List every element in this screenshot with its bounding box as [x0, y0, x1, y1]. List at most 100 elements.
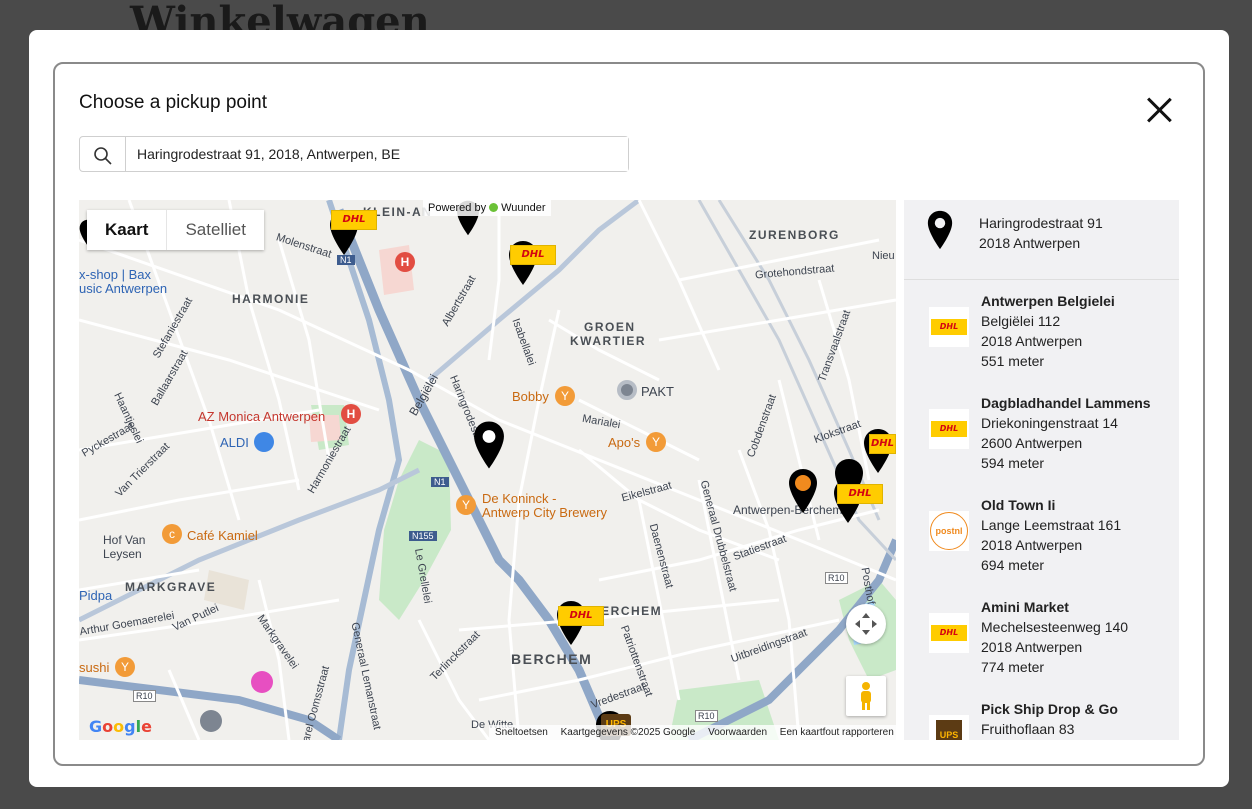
hospital-icon[interactable]: H: [395, 252, 415, 272]
postnl-logo-icon: postnl: [929, 511, 969, 551]
poi-label: usic Antwerpen: [79, 281, 168, 296]
wuunder-logo-icon: [489, 203, 499, 212]
road-shield: N155: [409, 531, 437, 541]
district-label: HARMONIE: [232, 292, 310, 306]
map[interactable]: KLEIN-AN ZURENBORG HARMONIE GROEN KWARTI…: [79, 200, 896, 740]
hospital-icon[interactable]: H: [341, 404, 361, 424]
restaurant-icon[interactable]: Y: [115, 657, 135, 677]
google-logo: Google: [89, 717, 152, 736]
cafe-icon[interactable]: c: [162, 524, 182, 544]
poi-label: Leysen: [103, 547, 142, 561]
map-footer: Sneltoetsen Kaartgegevens ©2025 Google V…: [489, 725, 896, 740]
poi-label: Pidpa: [79, 588, 113, 603]
location-street: Fruithoflaan 83: [981, 721, 1075, 737]
road-shield: N1: [337, 255, 355, 265]
pickup-location-item[interactable]: DHL Antwerpen Belgielei Belgiëlei 112 20…: [904, 280, 1179, 382]
street-view-button[interactable]: [846, 676, 886, 716]
location-name: Old Town Ii: [981, 497, 1056, 513]
district-label: Nieu: [872, 250, 895, 262]
dhl-badge: DHL: [869, 434, 896, 454]
school-icon[interactable]: [200, 710, 222, 732]
hotel-icon[interactable]: [251, 671, 273, 693]
dhl-badge: DHL: [558, 606, 604, 626]
pickup-list-panel: Haringrodestraat 91 2018 Antwerpen DHL A…: [904, 200, 1179, 740]
dhl-logo-icon: DHL: [929, 613, 969, 653]
origin-address: Haringrodestraat 91 2018 Antwerpen: [904, 200, 1179, 280]
pickup-location-item[interactable]: postnl Old Town Ii Lange Leemstraat 161 …: [904, 484, 1179, 586]
location-name: Pick Ship Drop & Go: [981, 701, 1118, 717]
district-label: MARKGRAVE: [125, 580, 217, 594]
road-shield: R10: [133, 690, 156, 702]
location-pin-icon: [927, 210, 953, 250]
poi-label: Bobby: [512, 389, 549, 404]
location-street: Driekoningenstraat 14: [981, 415, 1118, 431]
poi-label: PAKT: [641, 384, 674, 399]
origin-city: 2018 Antwerpen: [979, 235, 1081, 251]
wuunder-brand: Wuunder: [501, 202, 546, 214]
location-street: Belgiëlei 112: [981, 313, 1061, 329]
map-canvas[interactable]: [79, 200, 896, 740]
poi-label: AZ Monica Antwerpen: [198, 409, 326, 424]
poi-label: Café Kamiel: [187, 528, 258, 543]
close-button[interactable]: [1145, 96, 1173, 124]
location-distance: 774 meter: [981, 659, 1045, 675]
origin-pin-icon[interactable]: [473, 420, 505, 470]
restaurant-icon[interactable]: Y: [646, 432, 666, 452]
dhl-logo-icon: DHL: [929, 409, 969, 449]
pickup-location-item[interactable]: UPS Pick Ship Drop & Go Fruithoflaan 83: [904, 688, 1179, 740]
ups-logo-icon: UPS: [929, 715, 969, 740]
dialog-title: Choose a pickup point: [79, 92, 268, 113]
location-city: 2018 Antwerpen: [981, 333, 1083, 349]
poi-label: Antwerp City Brewery: [482, 505, 607, 520]
location-city: 2018 Antwerpen: [981, 537, 1083, 553]
search-icon[interactable]: [80, 137, 126, 171]
map-type-satelliet[interactable]: Satelliet: [166, 210, 263, 250]
report-error-link[interactable]: Een kaartfout rapporteren: [780, 727, 894, 738]
bar-icon[interactable]: Y: [555, 386, 575, 406]
camera-control-button[interactable]: [846, 604, 886, 644]
dhl-logo-icon: DHL: [929, 307, 969, 347]
dhl-logo-text: DHL: [931, 421, 967, 437]
address-search: [79, 136, 629, 172]
move-arrows-icon: [855, 613, 877, 635]
map-data-label: Kaartgegevens ©2025 Google: [560, 727, 696, 738]
map-type-control: Kaart Satelliet: [87, 210, 264, 250]
poi-label: Hof Van: [103, 533, 146, 547]
ups-logo-text: UPS: [936, 720, 962, 740]
pickup-location-item[interactable]: DHL Dagbladhandel Lammens Driekoningenst…: [904, 382, 1179, 484]
location-street: Lange Leemstraat 161: [981, 517, 1122, 533]
road-shield: R10: [825, 572, 848, 584]
district-label: GROEN: [584, 320, 636, 334]
bar-icon[interactable]: Y: [456, 495, 476, 515]
location-name: Dagbladhandel Lammens: [981, 395, 1151, 411]
powered-by-text: Powered by: [428, 202, 487, 214]
poi-label: x-shop | Bax: [79, 267, 152, 282]
address-input[interactable]: [126, 137, 628, 171]
district-label: BERCHEM: [511, 651, 593, 667]
dhl-logo-text: DHL: [931, 625, 967, 641]
poi-label: sushi: [79, 660, 110, 675]
location-distance: 551 meter: [981, 353, 1045, 369]
location-name: Amini Market: [981, 599, 1069, 615]
pickup-location-item[interactable]: DHL Amini Market Mechelsesteenweg 140 20…: [904, 586, 1179, 688]
road-shield: R10: [695, 710, 718, 722]
map-type-kaart[interactable]: Kaart: [87, 210, 166, 250]
road-shield: N1: [431, 477, 449, 487]
location-distance: 694 meter: [981, 557, 1045, 573]
postnl-pin-icon[interactable]: [788, 468, 818, 514]
district-label: ZURENBORG: [749, 228, 840, 242]
modal-overlay: Choose a pickup point Haringrodestraat 9…: [29, 30, 1229, 787]
location-name: Antwerpen Belgielei: [981, 293, 1115, 309]
dhl-logo-text: DHL: [931, 319, 967, 335]
terms-link[interactable]: Voorwaarden: [708, 727, 767, 738]
keyboard-shortcuts-link[interactable]: Sneltoetsen: [495, 727, 548, 738]
postnl-logo-text: postnl: [930, 512, 968, 550]
poi-label: De Koninck -: [482, 491, 557, 506]
poi-label: ALDI: [220, 435, 249, 450]
place-icon[interactable]: [617, 380, 637, 400]
poi-label: Apo's: [608, 435, 641, 450]
dhl-badge: DHL: [837, 484, 883, 504]
shopping-icon[interactable]: [254, 432, 274, 452]
pegman-icon: [861, 682, 871, 710]
dhl-badge: DHL: [510, 245, 556, 265]
